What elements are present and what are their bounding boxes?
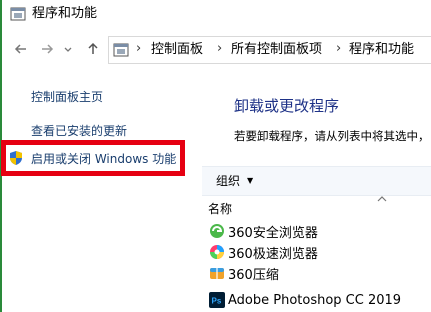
organize-button[interactable]: 组织 ▼ <box>216 172 253 189</box>
360-secure-browser-icon <box>210 224 224 238</box>
breadcrumb-separator: › <box>217 41 223 56</box>
organize-label: 组织 <box>216 174 241 188</box>
control-panel-home-link[interactable]: 控制面板主页 <box>31 90 103 104</box>
forward-button[interactable] <box>38 39 56 59</box>
program-row[interactable]: Ps Adobe Photoshop CC 2019 <box>209 290 401 310</box>
column-header-name[interactable]: 名称 <box>208 200 232 217</box>
control-panel-icon <box>113 43 129 57</box>
svg-text:Ps: Ps <box>212 297 222 306</box>
sort-ascending-icon <box>377 196 387 202</box>
highlight-box <box>1 140 185 176</box>
program-name: 360极速浏览器 <box>228 246 318 262</box>
program-row[interactable]: 360安全浏览器 <box>209 221 318 241</box>
up-button[interactable] <box>84 39 102 59</box>
window-title: 程序和功能 <box>32 6 98 21</box>
address-bar[interactable]: › 控制面板 › 所有控制面板项 › 程序和功能 <box>108 36 431 64</box>
breadcrumb-all-items[interactable]: 所有控制面板项 <box>231 42 322 58</box>
control-panel-icon <box>10 7 26 21</box>
program-row[interactable]: 360极速浏览器 <box>209 242 318 262</box>
caret-down-icon: ▼ <box>247 176 254 185</box>
program-row[interactable]: 360压缩 <box>209 263 279 283</box>
title-bar: 程序和功能 <box>2 0 431 32</box>
arrow-up-icon <box>88 42 98 54</box>
arrow-left-icon <box>14 44 26 54</box>
page-description: 若要卸载程序，请从列表中将其选中， <box>234 129 430 143</box>
chevron-down-icon <box>64 47 72 52</box>
photoshop-icon: Ps <box>209 292 225 308</box>
arrow-right-icon <box>42 44 54 54</box>
breadcrumb-programs[interactable]: 程序和功能 <box>349 42 414 58</box>
breadcrumb-separator: › <box>136 41 142 56</box>
program-name: Adobe Photoshop CC 2019 <box>228 292 402 308</box>
program-name: 360安全浏览器 <box>228 225 318 241</box>
back-button[interactable] <box>12 39 30 59</box>
breadcrumb-control-panel[interactable]: 控制面板 <box>151 42 203 58</box>
recent-locations-button[interactable] <box>62 39 74 59</box>
page-title: 卸载或更改程序 <box>234 97 340 115</box>
navigation-bar: › 控制面板 › 所有控制面板项 › 程序和功能 <box>2 34 431 64</box>
command-bar: 组织 ▼ <box>202 166 431 196</box>
360-zip-icon <box>210 268 224 279</box>
breadcrumb-separator: › <box>336 41 342 56</box>
view-installed-updates-link[interactable]: 查看已安装的更新 <box>31 124 127 138</box>
360-speed-browser-icon <box>210 245 224 259</box>
program-name: 360压缩 <box>228 267 279 283</box>
